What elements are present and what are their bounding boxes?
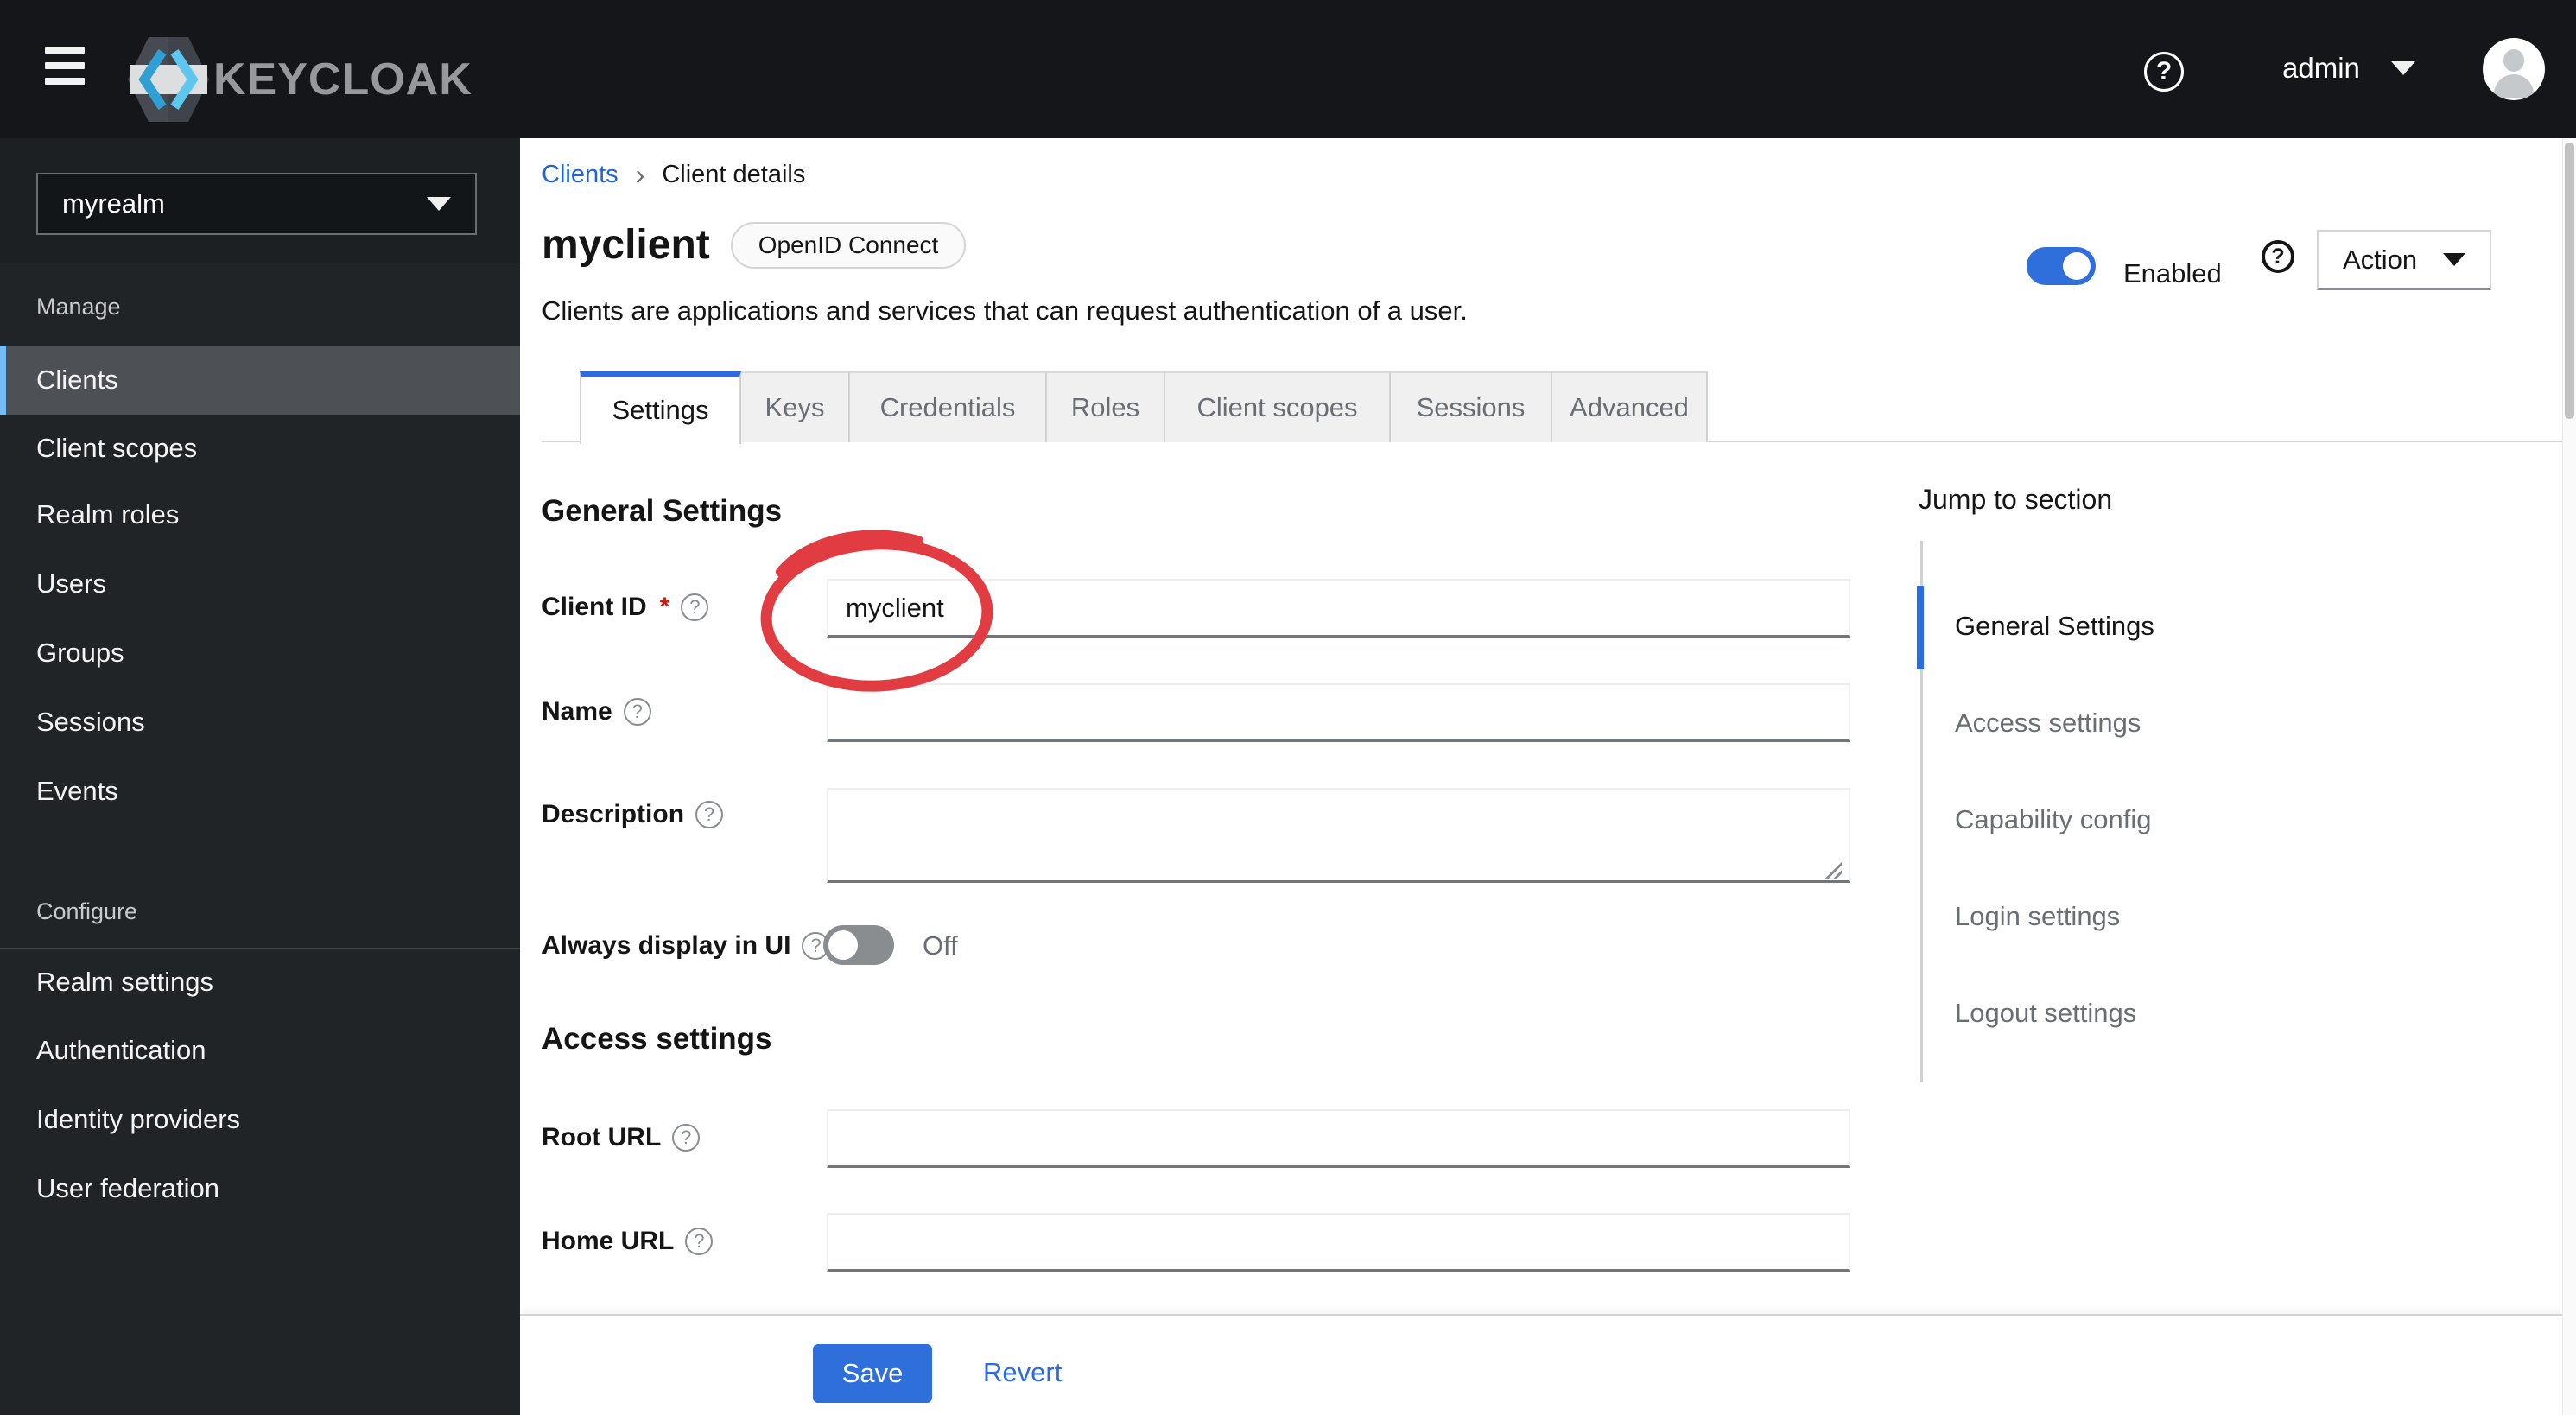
always-display-label: Always display in UI ?	[542, 929, 830, 963]
form-actions-footer: Save Revert	[520, 1314, 2562, 1415]
main-content: Clients › Client details myclient OpenID…	[520, 138, 2562, 1415]
sidebar-item-authentication[interactable]: Authentication	[0, 1017, 520, 1084]
avatar-head-icon	[2503, 49, 2524, 72]
action-dropdown[interactable]: Action	[2317, 230, 2491, 290]
sidebar-item-user-federation[interactable]: User federation	[0, 1155, 520, 1222]
tab-bar: Settings Keys Credentials Roles Client s…	[542, 371, 2562, 444]
title-row: myclient OpenID Connect	[542, 221, 967, 269]
enabled-label: Enabled	[2123, 258, 2222, 289]
revert-link[interactable]: Revert	[983, 1357, 1062, 1388]
jump-link-access-settings[interactable]: Access settings	[1955, 708, 2141, 739]
jump-to-section-title: Jump to section	[1919, 484, 2113, 515]
name-label: Name ?	[542, 695, 651, 729]
scrollbar-thumb[interactable]	[2565, 143, 2574, 419]
tab-sessions[interactable]: Sessions	[1391, 371, 1552, 442]
sidebar-item-sessions[interactable]: Sessions	[0, 688, 520, 756]
tab-roles[interactable]: Roles	[1047, 371, 1165, 442]
jump-link-general-settings[interactable]: General Settings	[1955, 611, 2154, 642]
jump-link-logout-settings[interactable]: Logout settings	[1955, 998, 2136, 1029]
scrollbar-track[interactable]	[2562, 138, 2576, 1415]
client-id-input[interactable]	[827, 579, 1850, 638]
sidebar-item-realm-settings[interactable]: Realm settings	[0, 949, 520, 1016]
tab-client-scopes[interactable]: Client scopes	[1165, 371, 1391, 442]
avatar[interactable]	[2483, 38, 2545, 100]
breadcrumb-separator-icon: ›	[635, 159, 645, 190]
tab-credentials[interactable]: Credentials	[850, 371, 1047, 442]
always-display-state: Off	[923, 930, 958, 961]
nav-section-manage: Manage	[36, 294, 121, 320]
breadcrumb: Clients › Client details	[542, 159, 805, 191]
client-id-help-icon[interactable]: ?	[681, 593, 709, 621]
chevron-down-icon	[427, 197, 451, 211]
name-input[interactable]	[827, 683, 1850, 742]
realm-selector[interactable]: myrealm	[36, 173, 477, 235]
brand-text: KEYCLOAK	[213, 54, 473, 105]
protocol-badge: OpenID Connect	[730, 221, 967, 269]
enabled-toggle[interactable]	[2027, 247, 2096, 285]
nav-section-configure: Configure	[36, 898, 138, 924]
keycloak-hexagon-icon	[128, 37, 209, 122]
nav-toggle-icon[interactable]	[38, 45, 92, 95]
root-url-help-icon[interactable]: ?	[672, 1124, 701, 1152]
description-label: Description ?	[542, 797, 724, 832]
sidebar: myrealm Manage Clients Client scopes Rea…	[0, 138, 520, 1415]
home-url-help-icon[interactable]: ?	[685, 1228, 714, 1255]
help-icon[interactable]: ?	[2144, 52, 2184, 92]
keycloak-logo: KEYCLOAK	[127, 36, 473, 123]
access-settings-heading: Access settings	[542, 1022, 772, 1056]
tab-advanced[interactable]: Advanced	[1552, 371, 1708, 442]
sidebar-item-client-scopes[interactable]: Client scopes	[0, 415, 520, 482]
name-help-icon[interactable]: ?	[623, 698, 651, 726]
realm-name: myrealm	[62, 188, 165, 219]
chevron-down-icon	[2390, 61, 2415, 75]
tab-keys[interactable]: Keys	[741, 371, 850, 442]
username: admin	[2282, 52, 2360, 84]
tab-settings[interactable]: Settings	[580, 371, 741, 444]
realm-selector-area: myrealm	[0, 138, 520, 263]
breadcrumb-clients-link[interactable]: Clients	[542, 161, 619, 189]
page-description: Clients are applications and services th…	[542, 295, 1468, 326]
jump-link-login-settings[interactable]: Login settings	[1955, 901, 2120, 932]
breadcrumb-current: Client details	[662, 161, 806, 188]
avatar-bust-icon	[2494, 74, 2534, 98]
home-url-input[interactable]	[827, 1213, 1850, 1272]
sidebar-item-users[interactable]: Users	[0, 550, 520, 618]
jump-link-capability-config[interactable]: Capability config	[1955, 804, 2151, 835]
required-asterisk: *	[659, 593, 670, 621]
user-menu[interactable]: admin	[2282, 52, 2415, 85]
sidebar-item-clients[interactable]: Clients	[0, 346, 520, 415]
client-id-label: Client ID * ?	[542, 590, 709, 625]
always-display-toggle[interactable]	[823, 925, 894, 965]
chevron-down-icon	[2443, 253, 2465, 266]
description-help-icon[interactable]: ?	[695, 801, 724, 828]
root-url-input[interactable]	[827, 1109, 1850, 1168]
root-url-label: Root URL ?	[542, 1120, 701, 1155]
masthead: KEYCLOAK ? admin	[0, 0, 2576, 138]
enabled-help-icon[interactable]: ?	[2262, 240, 2294, 273]
home-url-label: Home URL ?	[542, 1224, 714, 1259]
sidebar-item-realm-roles[interactable]: Realm roles	[0, 481, 520, 549]
general-settings-heading: General Settings	[542, 494, 783, 528]
description-textarea[interactable]	[827, 788, 1850, 883]
toggle-knob	[2063, 252, 2091, 280]
toggle-knob	[828, 930, 858, 960]
sidebar-item-groups[interactable]: Groups	[0, 619, 520, 687]
page-title: myclient	[542, 222, 710, 268]
active-indicator	[0, 346, 6, 415]
sidebar-item-identity-providers[interactable]: Identity providers	[0, 1086, 520, 1153]
save-button[interactable]: Save	[813, 1344, 932, 1403]
jump-active-indicator	[1917, 586, 1924, 669]
sidebar-item-events[interactable]: Events	[0, 758, 520, 825]
